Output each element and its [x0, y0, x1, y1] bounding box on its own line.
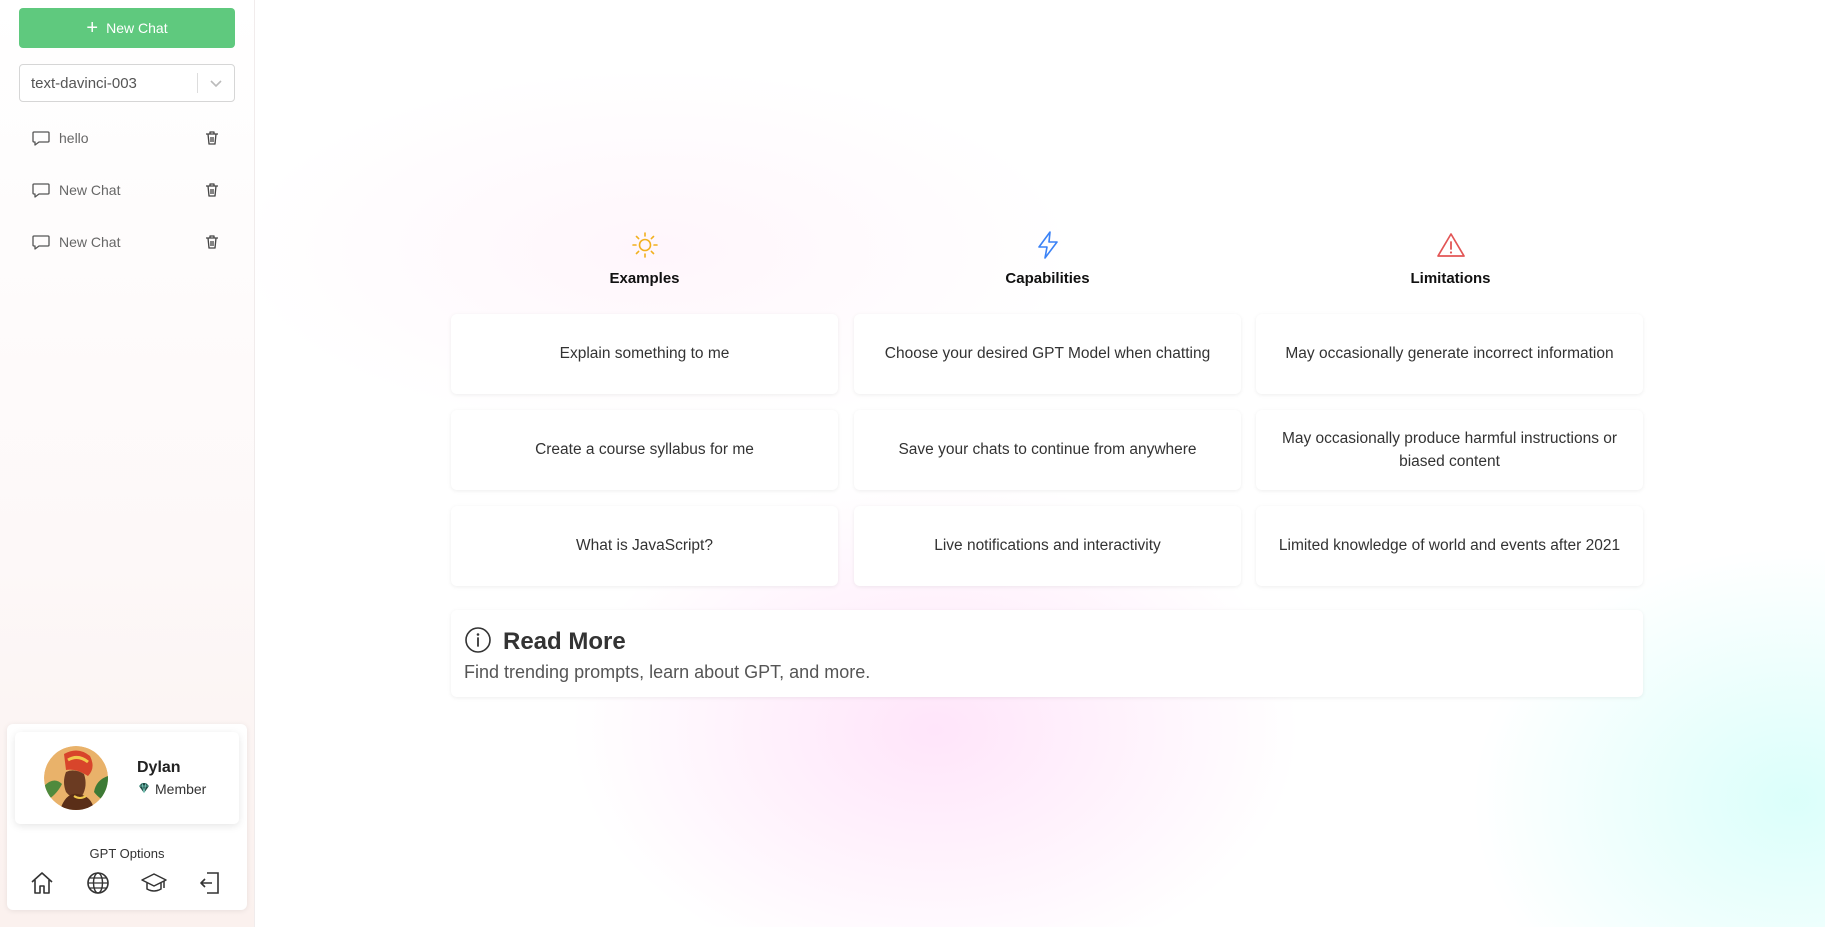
globe-icon[interactable] — [83, 868, 113, 898]
chevron-down-icon[interactable] — [198, 76, 234, 90]
model-select[interactable]: text-davinci-003 — [19, 64, 235, 102]
user-panel: Dylan Member GPT Options — [7, 724, 247, 910]
new-chat-label: New Chat — [106, 20, 168, 36]
trash-icon[interactable] — [201, 127, 223, 149]
chat-bubble-icon — [31, 127, 53, 149]
user-info: Dylan Member — [137, 759, 206, 798]
warning-icon — [1257, 230, 1644, 260]
chat-item-label: New Chat — [59, 182, 121, 198]
example-card[interactable]: Explain something to me — [451, 314, 838, 394]
gpt-options-title: GPT Options — [89, 846, 165, 861]
limitation-card: May occasionally produce harmful instruc… — [1256, 410, 1643, 490]
gem-icon — [137, 781, 151, 798]
chat-bubble-icon — [31, 231, 53, 253]
examples-title: Examples — [609, 270, 680, 287]
gpt-options-bar — [7, 868, 247, 900]
chat-bubble-icon — [31, 179, 53, 201]
new-chat-button[interactable]: + New Chat — [19, 8, 235, 48]
capability-card: Live notifications and interactivity — [854, 506, 1241, 586]
capabilities-header: Capabilities — [854, 230, 1241, 287]
examples-header: Examples — [451, 230, 838, 287]
example-card[interactable]: What is JavaScript? — [451, 506, 838, 586]
sun-icon — [451, 230, 838, 260]
capability-card: Save your chats to continue from anywher… — [854, 410, 1241, 490]
chat-item[interactable]: New Chat — [19, 164, 235, 216]
app-root: + New Chat text-davinci-003 hello New Ch… — [0, 0, 1825, 927]
graduation-cap-icon[interactable] — [139, 868, 169, 898]
chat-item-label: hello — [59, 130, 89, 146]
user-role-label: Member — [155, 781, 207, 797]
capabilities-title: Capabilities — [1005, 270, 1090, 287]
limitation-card: May occasionally generate incorrect info… — [1256, 314, 1643, 394]
capability-card: Choose your desired GPT Model when chatt… — [854, 314, 1241, 394]
limitations-header: Limitations — [1257, 230, 1644, 287]
user-role: Member — [137, 781, 206, 798]
read-more-title: Read More — [503, 628, 626, 655]
limitations-title: Limitations — [1410, 270, 1491, 287]
main-content: Examples Capabilities Limitations Explai… — [255, 0, 1825, 927]
user-card[interactable]: Dylan Member — [15, 732, 239, 824]
chat-item[interactable]: hello — [19, 112, 235, 164]
logout-icon[interactable] — [195, 868, 225, 898]
limitation-card: Limited knowledge of world and events af… — [1256, 506, 1643, 586]
chat-item-label: New Chat — [59, 234, 121, 250]
lightning-icon — [854, 230, 1241, 260]
home-icon[interactable] — [27, 868, 57, 898]
read-more-card[interactable]: Read More Find trending prompts, learn a… — [451, 610, 1643, 697]
user-name: Dylan — [137, 758, 181, 776]
plus-icon: + — [86, 17, 99, 39]
chat-list: hello New Chat New Chat — [19, 112, 235, 268]
info-icon — [464, 626, 492, 654]
example-card[interactable]: Create a course syllabus for me — [451, 410, 838, 490]
trash-icon[interactable] — [201, 179, 223, 201]
chat-item[interactable]: New Chat — [19, 216, 235, 268]
read-more-subtitle: Find trending prompts, learn about GPT, … — [464, 662, 871, 682]
sidebar: + New Chat text-davinci-003 hello New Ch… — [0, 0, 255, 927]
trash-icon[interactable] — [201, 231, 223, 253]
model-select-value: text-davinci-003 — [31, 74, 137, 92]
avatar — [44, 746, 108, 810]
